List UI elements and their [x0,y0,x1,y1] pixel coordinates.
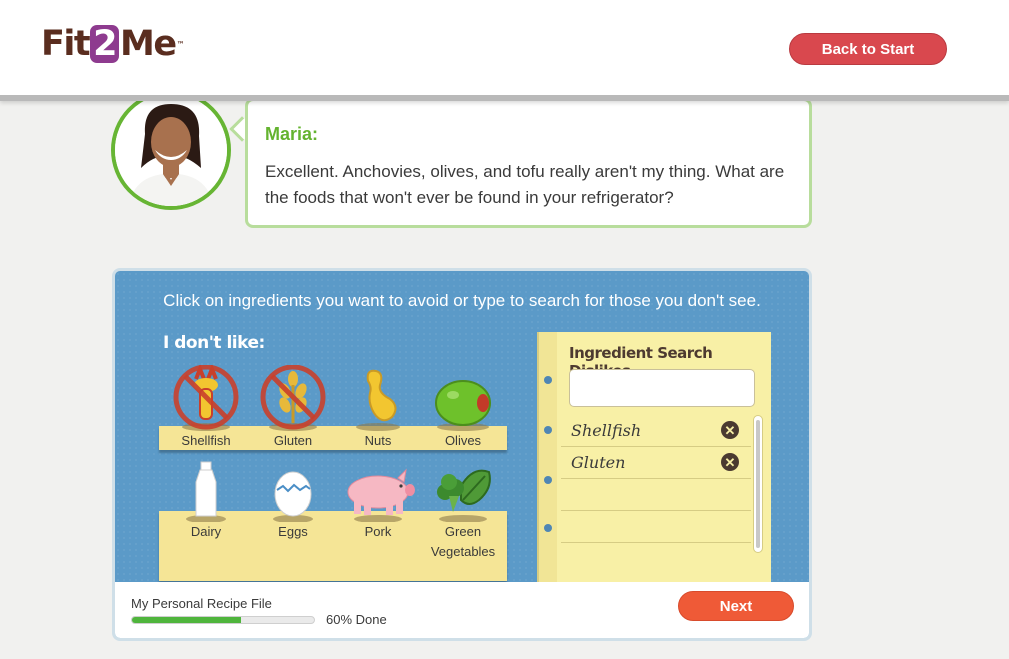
speaker-name: Maria: [265,124,319,144]
ingredient-label: Olives [444,433,482,448]
dislikes-scrollbar[interactable] [753,415,763,553]
shellfish-icon [173,365,239,431]
ingredient-label: Green Vegetables [430,524,496,559]
ingredient-label: Nuts [364,433,392,448]
progress-text: 60% Done [326,612,387,627]
fit2me-logo[interactable]: Fit 2 Me ™ [41,24,185,64]
ingredient-panel: Click on ingredients you want to avoid o… [112,268,812,641]
panel-footer: My Personal Recipe File 60% Done Next [115,582,809,638]
notepad-hole [544,426,552,434]
vegetables-icon [437,469,491,522]
ingredient-search-input[interactable] [569,369,755,407]
logo-text-2: 2 [90,25,119,63]
egg-icon [273,471,313,522]
dont-like-heading: I don't like: [163,333,265,353]
ingredient-gluten[interactable]: Gluten [248,365,338,451]
header: Fit 2 Me ™ Back to Start [0,0,1009,101]
ingredient-label: Dairy [190,524,222,539]
speech-message: Excellent. Anchovies, olives, and tofu r… [265,162,785,207]
ingredient-eggs[interactable]: Eggs [248,456,338,542]
remove-icon[interactable]: ✕ [721,453,739,471]
list-item [561,511,751,543]
speech-bubble: Maria: Excellent. Anchovies, olives, and… [245,98,812,228]
ingredient-olives[interactable]: Olives [418,365,508,451]
person-icon [115,94,227,206]
notepad-hole [544,376,552,384]
nuts-icon [356,369,400,431]
pig-icon [347,468,415,522]
dislike-name: Gluten [571,453,626,472]
dislike-name: Shellfish [571,421,642,440]
olive-icon [435,380,491,431]
notepad-hole [544,524,552,532]
ingredient-dairy[interactable]: Dairy [161,456,251,542]
list-item: Shellfish ✕ [561,415,751,447]
notepad-hole [544,476,552,484]
ingredient-label: Pork [364,524,392,539]
ingredient-shellfish[interactable]: Shellfish [161,365,251,451]
gluten-icon [260,365,326,431]
scrollbar-thumb[interactable] [756,420,760,548]
ingredient-nuts[interactable]: Nuts [333,365,423,451]
ingredient-label: Eggs [278,524,308,539]
progress-title: My Personal Recipe File [131,596,272,611]
next-button[interactable]: Next [678,591,794,621]
list-item: Gluten ✕ [561,447,751,479]
logo-text-me: Me [120,24,177,64]
dislikes-list: Shellfish ✕ Gluten ✕ [561,415,751,555]
back-to-start-button[interactable]: Back to Start [789,33,947,65]
ingredient-green-vegetables[interactable]: Green Vegetables [418,456,508,562]
maria-avatar [111,90,231,210]
ingredient-pork[interactable]: Pork [333,456,423,542]
remove-icon[interactable]: ✕ [721,421,739,439]
logo-trademark: ™ [176,39,185,49]
ingredient-label: Gluten [273,433,313,448]
list-item [561,479,751,511]
progress-fill [132,617,242,623]
logo-text-fit: Fit [41,24,91,64]
ingredient-search-notepad: Ingredient Search Dislikes Shellfish ✕ G… [537,332,771,584]
milk-icon [186,461,226,522]
panel-instruction: Click on ingredients you want to avoid o… [163,291,761,310]
progress-bar [131,616,315,624]
ingredient-label: Shellfish [181,433,231,448]
